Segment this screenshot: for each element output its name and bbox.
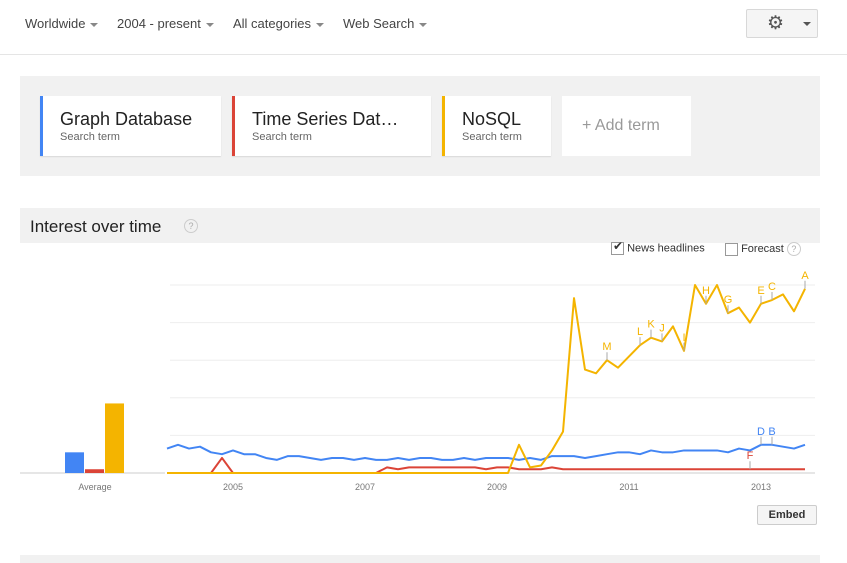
category-dropdown[interactable]: All categories xyxy=(233,16,325,31)
x-tick-label: 2011 xyxy=(619,482,638,492)
chevron-down-icon xyxy=(90,22,99,27)
term-card-nosql[interactable]: NoSQL Search term xyxy=(442,96,551,156)
term-card-graph-database[interactable]: Graph Database Search term xyxy=(40,96,221,156)
interest-chart: Average 2005 2007 2009 2011 2013 M LK J I H G E C A D B F xyxy=(20,270,815,492)
add-term-label: + Add term xyxy=(582,117,660,134)
series-line-0 xyxy=(166,443,806,461)
news-label: News headlines xyxy=(627,242,705,255)
average-bar xyxy=(85,469,104,473)
term-title: Graph Database xyxy=(60,109,193,129)
forecast-label: Forecast xyxy=(741,243,784,255)
average-bar xyxy=(105,403,124,473)
average-label: Average xyxy=(78,482,111,492)
interest-header: Interest over time ? xyxy=(20,208,820,243)
news-annotation: F xyxy=(747,450,754,462)
checkbox[interactable]: ✔ xyxy=(611,239,624,255)
embed-button[interactable]: Embed xyxy=(757,505,817,525)
checkbox[interactable] xyxy=(725,242,738,256)
news-headlines-toggle[interactable]: ✔ News headlines xyxy=(611,239,705,255)
settings-button[interactable]: ⚙ xyxy=(746,9,818,38)
help-icon[interactable]: ? xyxy=(786,242,801,256)
search-type-dropdown[interactable]: Web Search xyxy=(343,16,428,31)
x-tick-label: 2009 xyxy=(487,482,507,492)
help-icon[interactable]: ? xyxy=(184,219,198,233)
x-tick-label: 2013 xyxy=(751,482,771,492)
average-bar xyxy=(65,452,84,473)
news-annotation: H xyxy=(702,285,710,297)
term-subtitle: Search term xyxy=(252,131,312,143)
time-label: 2004 - present xyxy=(117,16,201,31)
section-title: Interest over time xyxy=(30,217,162,236)
term-color-bar xyxy=(40,96,43,156)
term-title: NoSQL xyxy=(462,109,522,129)
region-label: Worldwide xyxy=(25,16,86,31)
time-dropdown[interactable]: 2004 - present xyxy=(117,16,214,31)
add-term-button[interactable]: + Add term xyxy=(562,96,691,156)
term-subtitle: Search term xyxy=(462,131,522,143)
news-annotation: I xyxy=(682,332,685,344)
chevron-down-icon xyxy=(316,22,325,27)
news-annotation: M xyxy=(602,341,611,353)
news-annotation: J xyxy=(659,322,665,334)
x-tick-label: 2005 xyxy=(223,482,243,492)
news-annotation: A xyxy=(801,270,809,282)
search-type-label: Web Search xyxy=(343,16,415,31)
category-label: All categories xyxy=(233,16,312,31)
series-line-1 xyxy=(167,456,805,474)
term-color-bar xyxy=(442,96,445,156)
check-icon: ✔ xyxy=(613,239,624,253)
bottom-panel xyxy=(20,555,820,563)
term-subtitle: Search term xyxy=(60,131,120,143)
news-annotation: C xyxy=(768,281,776,293)
chevron-down-icon xyxy=(803,22,811,26)
gear-icon: ⚙ xyxy=(767,13,785,34)
news-annotation: L xyxy=(637,326,643,338)
region-dropdown[interactable]: Worldwide xyxy=(25,16,99,31)
forecast-toggle[interactable]: Forecast ? xyxy=(725,242,801,256)
x-tick-label: 2007 xyxy=(355,482,375,492)
term-title: Time Series Dat… xyxy=(252,109,399,129)
news-annotation: G xyxy=(724,294,733,306)
chevron-down-icon xyxy=(205,22,214,27)
term-color-bar xyxy=(232,96,235,156)
news-annotation: B xyxy=(768,426,775,438)
term-card-time-series[interactable]: Time Series Dat… Search term xyxy=(232,96,431,156)
news-annotation: K xyxy=(647,319,655,331)
news-annotation: E xyxy=(757,285,764,297)
chevron-down-icon xyxy=(419,22,428,27)
news-annotation: D xyxy=(757,426,765,438)
series-line-2 xyxy=(167,284,806,474)
